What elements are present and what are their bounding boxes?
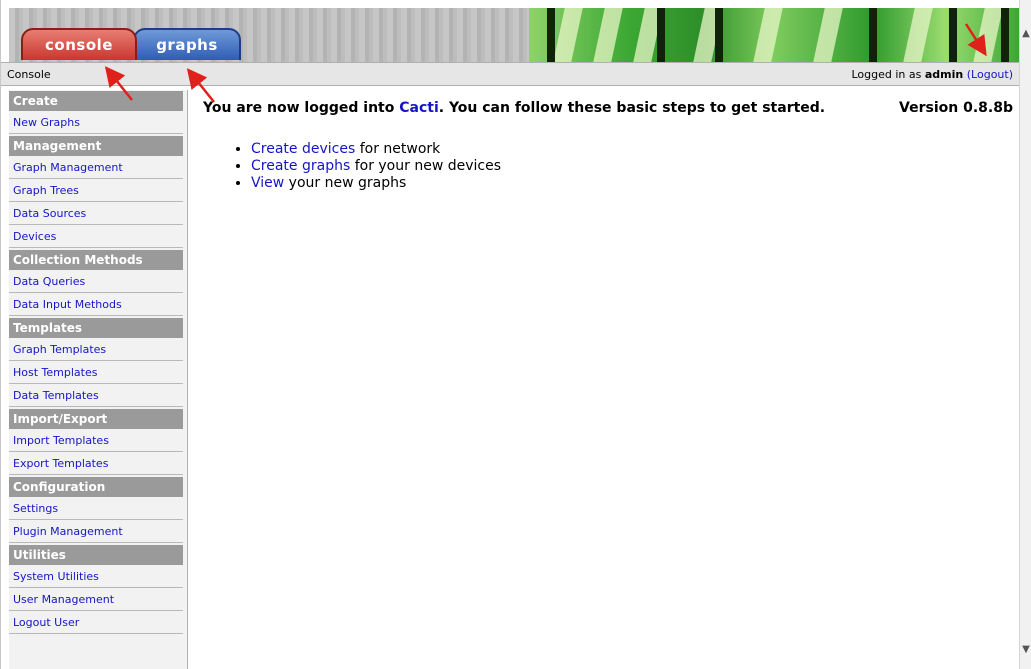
tab-graphs[interactable]: graphs <box>133 28 241 60</box>
tab-console[interactable]: console <box>21 28 137 60</box>
annotation-arrow-icon <box>104 23 987 103</box>
